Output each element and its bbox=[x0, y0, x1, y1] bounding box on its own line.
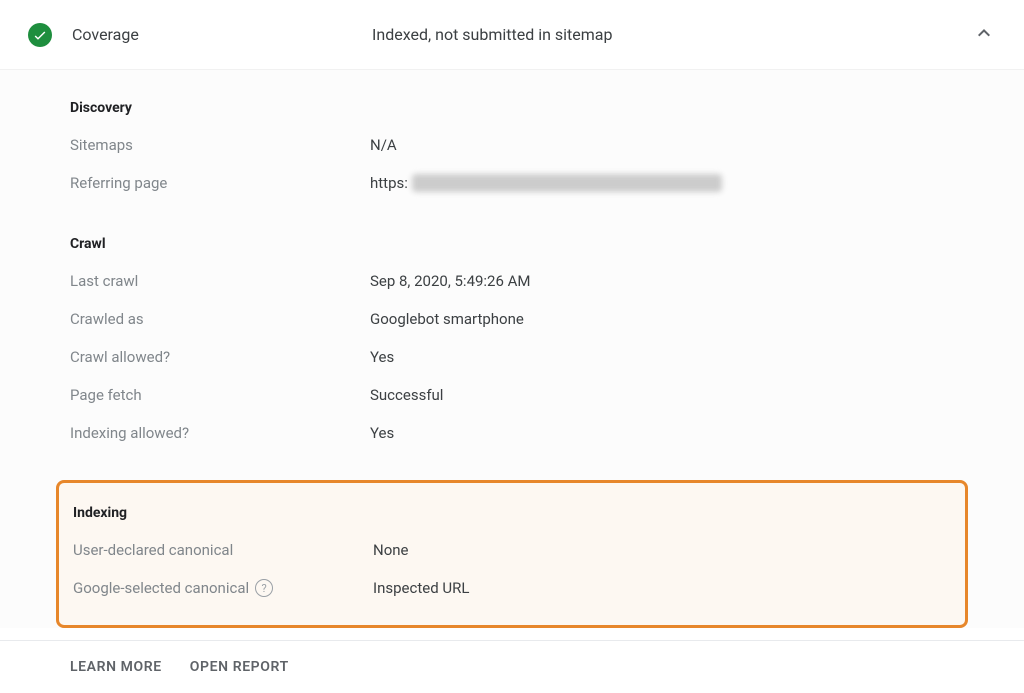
open-report-button[interactable]: OPEN REPORT bbox=[190, 659, 289, 675]
referring-label: Referring page bbox=[70, 174, 370, 192]
sitemaps-value: N/A bbox=[370, 136, 397, 154]
referring-value: https: bbox=[370, 174, 722, 192]
coverage-header: Coverage Indexed, not submitted in sitem… bbox=[0, 0, 1024, 70]
user-canonical-value: None bbox=[373, 541, 409, 559]
coverage-details: Discovery Sitemaps N/A Referring page ht… bbox=[0, 70, 1024, 628]
crawled-as-row: Crawled as Googlebot smartphone bbox=[70, 308, 954, 330]
learn-more-button[interactable]: LEARN MORE bbox=[70, 659, 162, 675]
collapse-toggle[interactable] bbox=[972, 21, 996, 49]
indexing-allowed-label: Indexing allowed? bbox=[70, 424, 370, 442]
indexing-allowed-value: Yes bbox=[370, 424, 394, 442]
discovery-heading: Discovery bbox=[70, 100, 954, 116]
help-icon[interactable]: ? bbox=[255, 579, 273, 597]
sitemaps-label: Sitemaps bbox=[70, 136, 370, 154]
header-title: Coverage bbox=[72, 25, 372, 44]
sitemaps-row: Sitemaps N/A bbox=[70, 134, 954, 156]
referring-blurred-url bbox=[412, 174, 722, 192]
indexing-allowed-row: Indexing allowed? Yes bbox=[70, 422, 954, 444]
chevron-up-icon bbox=[972, 30, 996, 49]
crawl-allowed-value: Yes bbox=[370, 348, 394, 366]
google-canonical-label-text: Google-selected canonical bbox=[73, 579, 249, 597]
indexing-highlight: Indexing User-declared canonical None Go… bbox=[56, 480, 968, 628]
google-canonical-value: Inspected URL bbox=[373, 579, 469, 597]
user-canonical-label: User-declared canonical bbox=[73, 541, 373, 559]
crawl-allowed-label: Crawl allowed? bbox=[70, 348, 370, 366]
google-canonical-row: Google-selected canonical ? Inspected UR… bbox=[59, 577, 965, 599]
crawled-as-value: Googlebot smartphone bbox=[370, 310, 524, 328]
last-crawl-row: Last crawl Sep 8, 2020, 5:49:26 AM bbox=[70, 270, 954, 292]
referring-prefix: https: bbox=[370, 174, 408, 192]
page-fetch-label: Page fetch bbox=[70, 386, 370, 404]
check-icon bbox=[28, 23, 52, 47]
crawled-as-label: Crawled as bbox=[70, 310, 370, 328]
google-canonical-label: Google-selected canonical ? bbox=[73, 579, 373, 597]
page-fetch-value: Successful bbox=[370, 386, 443, 404]
header-status: Indexed, not submitted in sitemap bbox=[372, 25, 972, 44]
crawl-heading: Crawl bbox=[70, 236, 954, 252]
page-fetch-row: Page fetch Successful bbox=[70, 384, 954, 406]
crawl-allowed-row: Crawl allowed? Yes bbox=[70, 346, 954, 368]
user-canonical-row: User-declared canonical None bbox=[59, 539, 965, 561]
referring-page-row: Referring page https: bbox=[70, 172, 954, 194]
last-crawl-label: Last crawl bbox=[70, 272, 370, 290]
last-crawl-value: Sep 8, 2020, 5:49:26 AM bbox=[370, 272, 531, 290]
footer-actions: LEARN MORE OPEN REPORT bbox=[0, 640, 1024, 693]
indexing-heading: Indexing bbox=[59, 505, 965, 521]
